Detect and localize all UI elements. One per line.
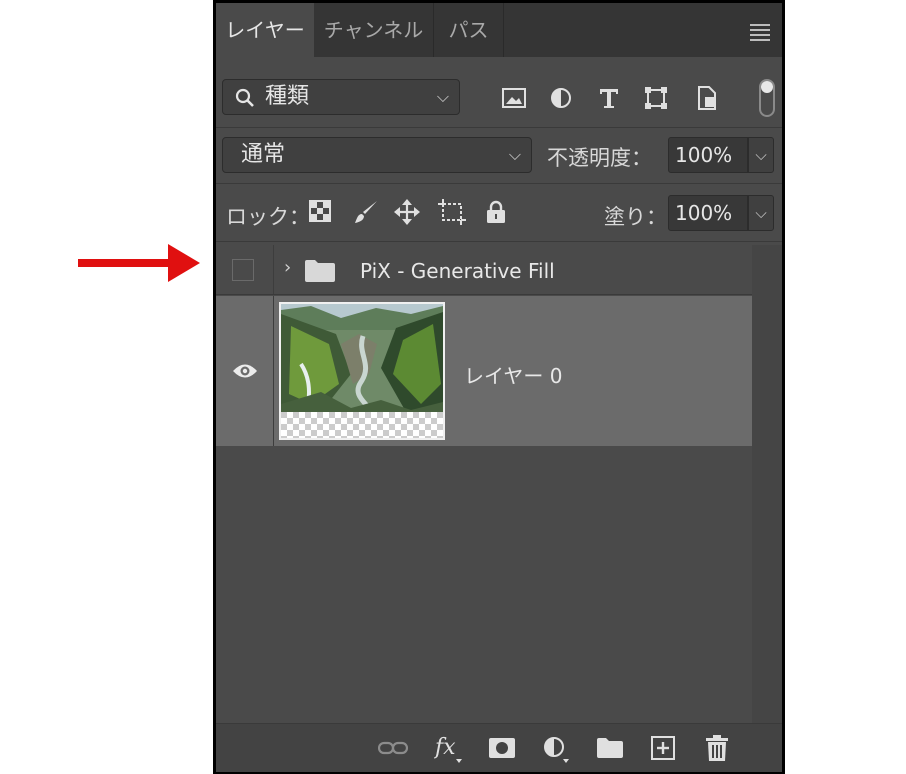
opacity-dropdown-button[interactable]: ⌵ <box>748 137 774 173</box>
plus-square-icon <box>651 736 675 760</box>
filter-toggle-knob <box>761 81 773 93</box>
panel-menu-icon[interactable] <box>750 24 770 44</box>
lock-artboard-button[interactable] <box>438 199 466 225</box>
mask-icon <box>489 738 515 758</box>
layers-footer-toolbar: fx <box>216 723 782 772</box>
checkerboard-icon <box>309 200 331 222</box>
filter-kind-label: 種類 <box>265 84 310 109</box>
annotation-arrow <box>78 244 200 282</box>
adjustment-icon <box>551 88 571 108</box>
link-icon <box>378 741 408 755</box>
add-mask-button[interactable] <box>488 736 516 760</box>
lock-position-button[interactable] <box>394 199 420 225</box>
layers-scrollbar[interactable] <box>752 245 782 723</box>
layers-panel: レイヤー チャンネル パス 種類 ⌵ 通常 ⌵ 不透明度： 100% ⌵ ロック… <box>213 0 785 774</box>
image-icon <box>502 88 526 108</box>
fx-icon: fx <box>434 735 462 763</box>
folder-icon <box>597 738 623 758</box>
filter-pixel-button[interactable] <box>501 85 527 111</box>
visibility-toggle-empty[interactable] <box>232 259 254 281</box>
lock-image-pixels-button[interactable] <box>353 199 379 225</box>
svg-text:fx: fx <box>434 735 456 760</box>
new-adjustment-layer-button[interactable] <box>542 734 572 764</box>
tab-channels[interactable]: チャンネル <box>314 3 434 57</box>
filter-type-button[interactable] <box>596 85 622 111</box>
trash-icon <box>706 735 728 761</box>
landscape-thumbnail-image <box>281 304 443 438</box>
layer-row-group[interactable]: › PiX - Generative Fill <box>216 245 752 295</box>
search-icon <box>235 88 254 107</box>
new-group-button[interactable] <box>596 736 624 760</box>
layer-name-pixel: レイヤー 0 <box>464 364 563 388</box>
chevron-down-icon: ⌵ <box>508 145 521 164</box>
blend-mode-select[interactable]: 通常 ⌵ <box>222 137 532 173</box>
folder-icon <box>305 260 335 282</box>
fill-input[interactable]: 100% <box>668 195 748 231</box>
delete-layer-button[interactable] <box>704 734 730 762</box>
opacity-label: 不透明度： <box>547 146 652 170</box>
adjustment-icon <box>544 737 569 763</box>
blend-mode-value: 通常 <box>241 142 286 167</box>
layers-panel-body: レイヤー チャンネル パス 種類 ⌵ 通常 ⌵ 不透明度： 100% ⌵ ロック… <box>216 3 782 772</box>
new-layer-button[interactable] <box>650 735 676 761</box>
layer-thumbnail[interactable] <box>279 302 445 440</box>
shape-icon <box>645 87 667 109</box>
link-layers-button[interactable] <box>378 736 408 760</box>
layer-row-pixel[interactable]: レイヤー 0 <box>216 296 752 446</box>
tab-bar: レイヤー チャンネル パス <box>216 3 782 57</box>
lock-icon <box>487 200 505 223</box>
filter-smart-object-button[interactable] <box>694 85 720 111</box>
eye-icon[interactable] <box>232 362 258 380</box>
lock-transparent-pixels-button[interactable] <box>308 199 332 223</box>
lock-label: ロック： <box>226 205 310 229</box>
chevron-down-icon: ⌵ <box>436 87 449 106</box>
tab-paths[interactable]: パス <box>434 3 504 57</box>
filter-toggle-switch[interactable] <box>759 79 775 117</box>
fill-dropdown-button[interactable]: ⌵ <box>748 195 774 231</box>
filter-shape-button[interactable] <box>643 85 669 111</box>
type-icon <box>600 89 618 108</box>
smart-object-icon <box>698 86 716 110</box>
artboard-icon <box>438 199 466 225</box>
brush-icon <box>355 201 377 223</box>
lock-all-button[interactable] <box>484 199 508 225</box>
chevron-right-icon[interactable]: › <box>284 257 291 278</box>
add-layer-style-button[interactable]: fx <box>434 732 464 764</box>
layers-list: › PiX - Generative Fill レイヤー 0 <box>216 245 752 723</box>
opacity-input[interactable]: 100% <box>668 137 748 173</box>
layer-name-group: PiX - Generative Fill <box>360 259 555 283</box>
fill-label: 塗り： <box>604 205 667 229</box>
visibility-column <box>216 245 274 294</box>
tab-layers[interactable]: レイヤー <box>216 3 314 57</box>
move-icon <box>394 199 420 225</box>
visibility-column <box>216 296 274 446</box>
filter-kind-select[interactable]: 種類 ⌵ <box>222 79 460 115</box>
filter-adjustment-button[interactable] <box>548 85 574 111</box>
